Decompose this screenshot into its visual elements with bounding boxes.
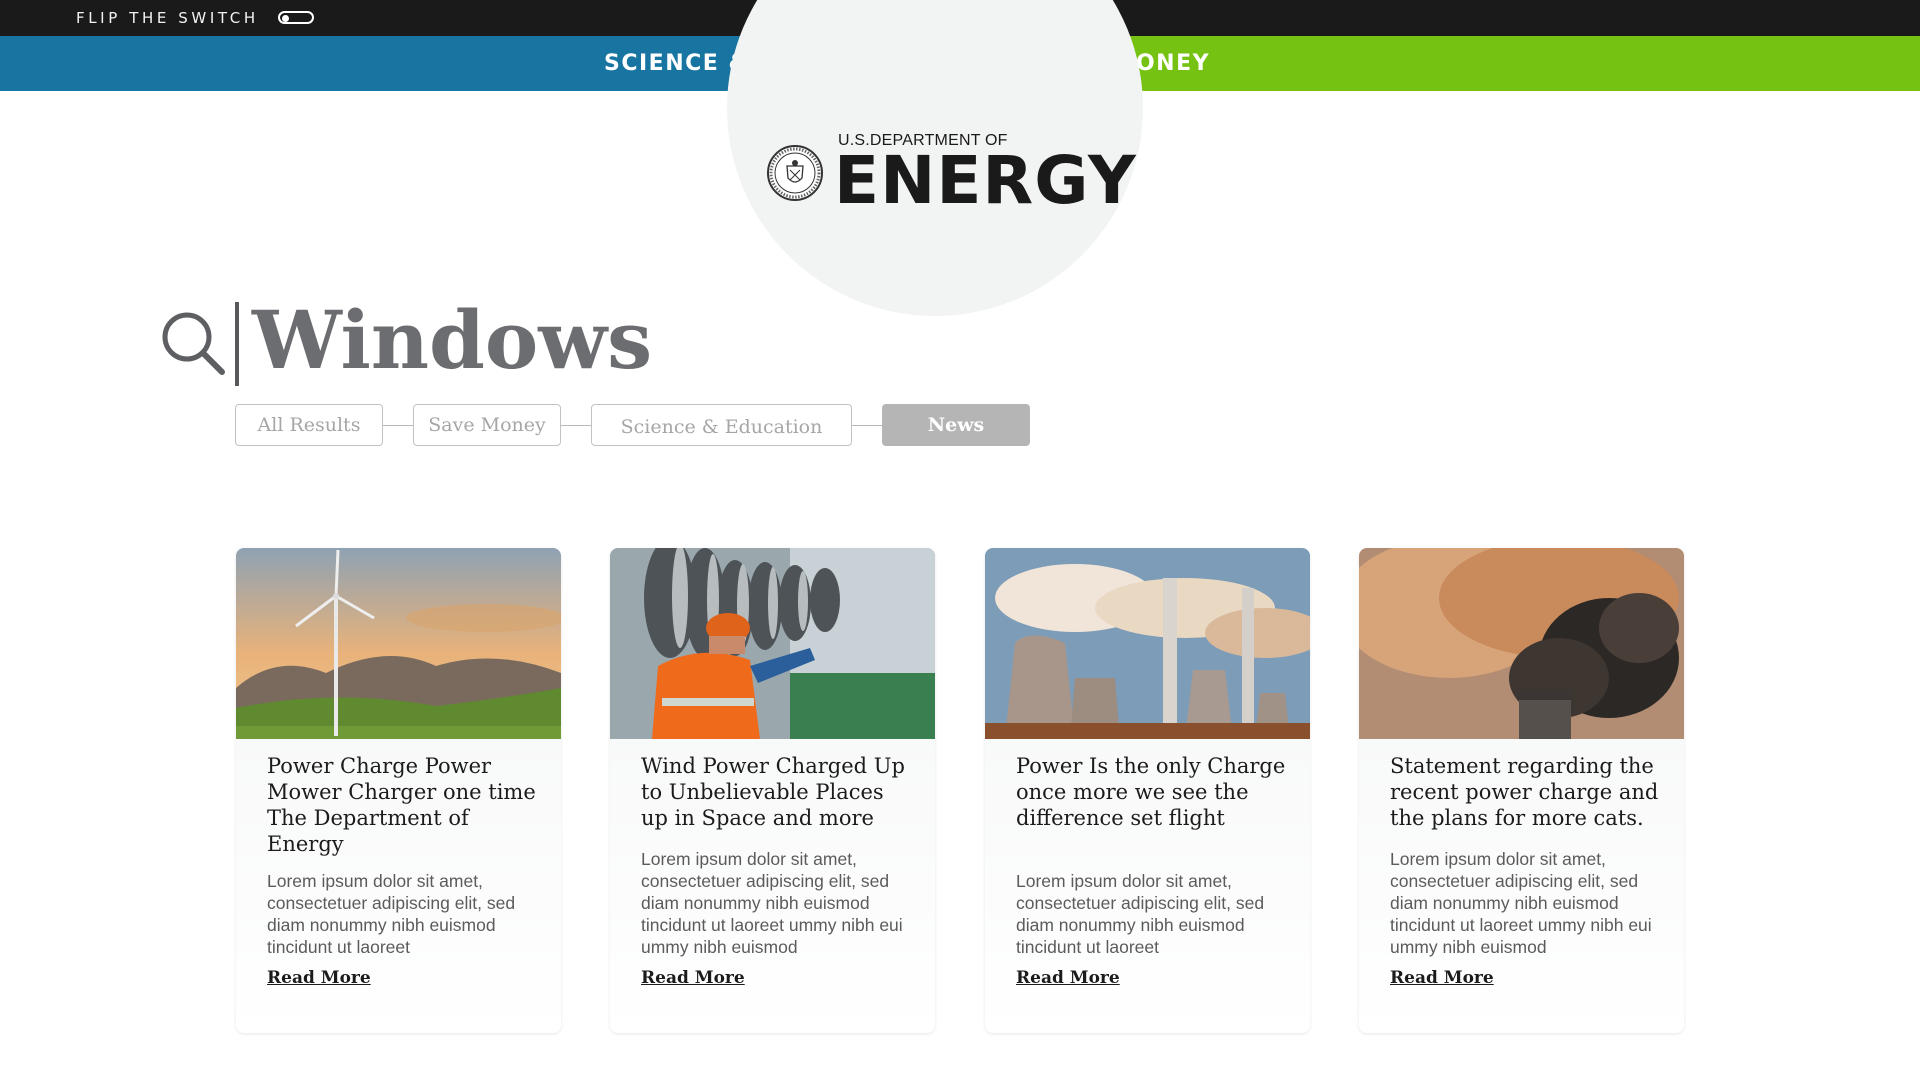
card-title[interactable]: Wind Power Charged Up to Unbelievable Pl… [641,753,916,831]
read-more-link[interactable]: Read More [1016,968,1120,988]
news-card[interactable]: Power Is the only Charge once more we se… [985,548,1310,1033]
filter-connector [382,425,414,426]
news-card[interactable]: Wind Power Charged Up to Unbelievable Pl… [610,548,935,1033]
doe-seal-icon [767,145,823,201]
read-more-link[interactable]: Read More [641,968,745,988]
search-icon[interactable] [158,308,228,378]
news-card[interactable]: Statement regarding the recent power cha… [1359,548,1684,1033]
doe-logo[interactable]: U.S.DEPARTMENT OF ENERGY [766,130,1136,216]
power-plant-image [985,548,1310,739]
read-more-link[interactable]: Read More [1390,968,1494,988]
turbine-worker-image [610,548,935,739]
card-description: Lorem ipsum dolor sit amet, consectetuer… [267,871,516,957]
news-card[interactable]: Power Charge Power Mower Charger one tim… [236,548,561,1033]
read-more-link[interactable]: Read More [267,968,371,988]
filter-connector [851,425,883,426]
flip-the-switch-label: FLIP THE SWITCH [76,9,259,27]
filter-news[interactable]: News [882,404,1030,446]
flip-switch-toggle[interactable] [278,11,314,24]
toggle-knob [282,14,289,22]
smokestack-image [1359,548,1684,739]
filter-science-education[interactable]: Science & Education [591,404,852,446]
card-description: Lorem ipsum dolor sit amet, consectetuer… [1390,849,1652,957]
logo-energy-text: ENERGY [834,142,1137,219]
card-title[interactable]: Statement regarding the recent power cha… [1390,753,1665,831]
wind-turbine-image [236,548,561,739]
filter-connector [560,425,592,426]
card-description: Lorem ipsum dolor sit amet, consectetuer… [1016,871,1265,957]
search-query-text[interactable]: Windows [252,290,652,390]
card-title[interactable]: Power Charge Power Mower Charger one tim… [267,753,542,857]
card-description: Lorem ipsum dolor sit amet, consectetuer… [641,849,903,957]
filter-tabs: All Results Save Money Science & Educati… [235,404,1035,448]
filter-all-results[interactable]: All Results [235,404,383,446]
card-title[interactable]: Power Is the only Charge once more we se… [1016,753,1291,831]
filter-save-money[interactable]: Save Money [413,404,561,446]
search-caret [235,302,239,386]
